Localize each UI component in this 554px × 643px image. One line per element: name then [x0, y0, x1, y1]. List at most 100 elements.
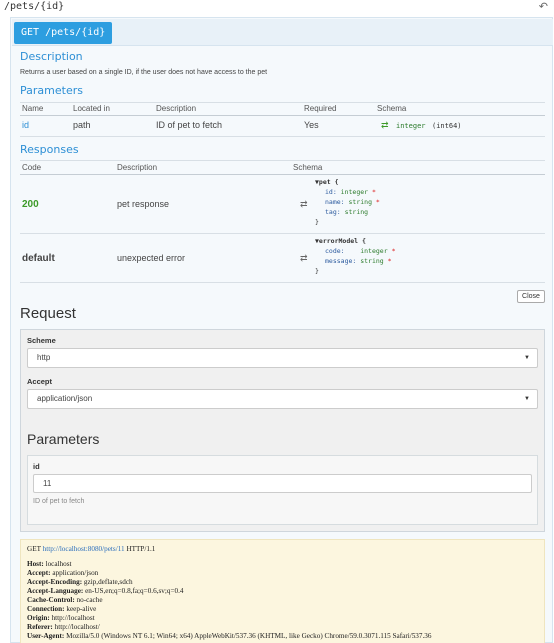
close-button[interactable]: Close [517, 290, 545, 303]
header-key: Referer: [27, 623, 53, 631]
http-request-preview: GET http://localhost:8080/pets/11 HTTP/1… [20, 539, 545, 643]
param-schema-format: (int64) [432, 122, 462, 130]
param-schema-type: integer [396, 122, 426, 130]
scheme-select[interactable]: http ▼ [27, 348, 538, 368]
operation-panel: GET /pets/{id} Description Returns a use… [10, 17, 553, 643]
header-key: Origin: [27, 614, 50, 622]
http-version: HTTP/1.1 [124, 545, 156, 553]
param-header-required: Required [304, 104, 337, 113]
field-key: code: [325, 247, 345, 255]
response-code-200: 200 [22, 199, 39, 210]
field-type: integer [360, 247, 388, 255]
error-schema-model: ▼errorModel { code: integer * message: s… [315, 236, 395, 276]
header-key: Accept: [27, 569, 51, 577]
field-type: string [348, 198, 372, 206]
http-header-line: Accept-Language: en-US,en;q=0.8,fa;q=0.6… [27, 587, 184, 595]
http-header-line: Connection: keep-alive [27, 605, 96, 613]
accept-select[interactable]: application/json ▼ [27, 389, 538, 409]
divider [20, 102, 545, 103]
top-bar: /pets/{id} ↶ [0, 0, 554, 16]
response-description: pet response [117, 199, 170, 209]
param-header-description: Description [156, 104, 197, 113]
param-header-schema: Schema [377, 104, 407, 113]
pet-schema-model: ▼pet { id: integer * name: string * tag:… [315, 177, 380, 227]
response-code-default: default [22, 253, 55, 264]
caret-down-icon: ▼ [524, 396, 530, 402]
accept-label: Accept [27, 377, 53, 386]
scheme-value: http [37, 353, 51, 362]
divider [20, 115, 545, 116]
divider [20, 174, 545, 175]
header-key: Connection: [27, 605, 65, 613]
param-located-in: path [73, 120, 91, 130]
operation-header[interactable]: GET /pets/{id} [12, 19, 553, 46]
request-parameters-heading: Parameters [27, 431, 100, 447]
header-key: Host: [27, 560, 44, 568]
param-name: id [22, 120, 30, 130]
endpoint-path: /pets/{id} [4, 1, 65, 12]
field-type: string [360, 257, 384, 265]
header-key: Accept-Encoding: [27, 578, 83, 586]
param-header-located: Located in [73, 104, 110, 113]
http-header-line: User-Agent: Mozilla/5.0 (Windows NT 6.1;… [27, 632, 431, 640]
model-title: errorModel { [318, 237, 366, 245]
http-header-line: Cache-Control: no-cache [27, 596, 103, 604]
param-id-input[interactable]: 11 [33, 474, 532, 493]
back-arrow-icon[interactable]: ↶ [539, 0, 548, 13]
param-header-name: Name [22, 104, 44, 113]
required-marker: * [387, 257, 392, 265]
header-value: localhost [43, 560, 72, 568]
required-marker: * [372, 188, 376, 196]
field-key: id: [325, 188, 337, 196]
description-text: Returns a user based on a single ID, if … [20, 69, 268, 76]
divider [20, 136, 545, 137]
http-url[interactable]: http://localhost:8080/pets/11 [43, 545, 125, 553]
accept-value: application/json [37, 394, 93, 403]
header-value: Mozilla/5.0 (Windows NT 6.1; Win64; x64)… [64, 632, 432, 640]
field-key: tag: [325, 208, 341, 216]
field-key: message: [325, 257, 357, 265]
swap-arrows-icon[interactable]: ⇄ [300, 253, 308, 264]
parameters-heading: Parameters [20, 84, 83, 97]
header-value: keep-alive [64, 605, 97, 613]
response-header-description: Description [117, 163, 158, 172]
param-description: ID of pet to fetch [156, 120, 223, 130]
model-title: pet { [318, 178, 339, 186]
header-value: gzip,deflate,sdch [82, 578, 133, 586]
header-value: no-cache [74, 596, 103, 604]
http-header-line: Referer: http://localhost/ [27, 623, 100, 631]
http-request-line: GET http://localhost:8080/pets/11 HTTP/1… [27, 545, 155, 553]
parameter-field-group: id 11 ID of pet to fetch [27, 455, 538, 525]
param-required: Yes [304, 120, 319, 130]
header-key: User-Agent: [27, 632, 65, 640]
responses-heading: Responses [20, 143, 79, 156]
method-path-badge[interactable]: GET /pets/{id} [14, 22, 113, 44]
model-close-brace: } [315, 218, 319, 226]
response-description: unexpected error [117, 253, 186, 263]
response-header-code: Code [22, 163, 42, 172]
http-header-line: Host: localhost [27, 560, 72, 568]
swap-arrows-icon[interactable]: ⇄ [300, 199, 308, 210]
header-value: application/json [50, 569, 99, 577]
required-marker: * [375, 198, 380, 206]
description-heading: Description [20, 50, 83, 63]
param-id-label: id [33, 462, 40, 471]
http-header-line: Accept-Encoding: gzip,deflate,sdch [27, 578, 133, 586]
param-id-hint: ID of pet to fetch [33, 498, 85, 505]
request-heading: Request [20, 305, 76, 322]
field-type: integer [340, 188, 369, 196]
field-key: name: [325, 198, 345, 206]
required-marker: * [391, 247, 396, 255]
divider [20, 233, 545, 234]
scheme-label: Scheme [27, 336, 56, 345]
divider [20, 282, 545, 283]
header-value: en-US,en;q=0.8,fa;q=0.6,sv;q=0.4 [83, 587, 184, 595]
header-value: http://localhost [49, 614, 95, 622]
header-key: Cache-Control: [27, 596, 75, 604]
field-type: string [344, 208, 369, 216]
header-value: http://localhost/ [52, 623, 100, 631]
http-header-line: Accept: application/json [27, 569, 98, 577]
swap-arrows-icon[interactable]: ⇄ [381, 120, 389, 131]
caret-down-icon: ▼ [524, 355, 530, 361]
http-method: GET [27, 545, 43, 553]
